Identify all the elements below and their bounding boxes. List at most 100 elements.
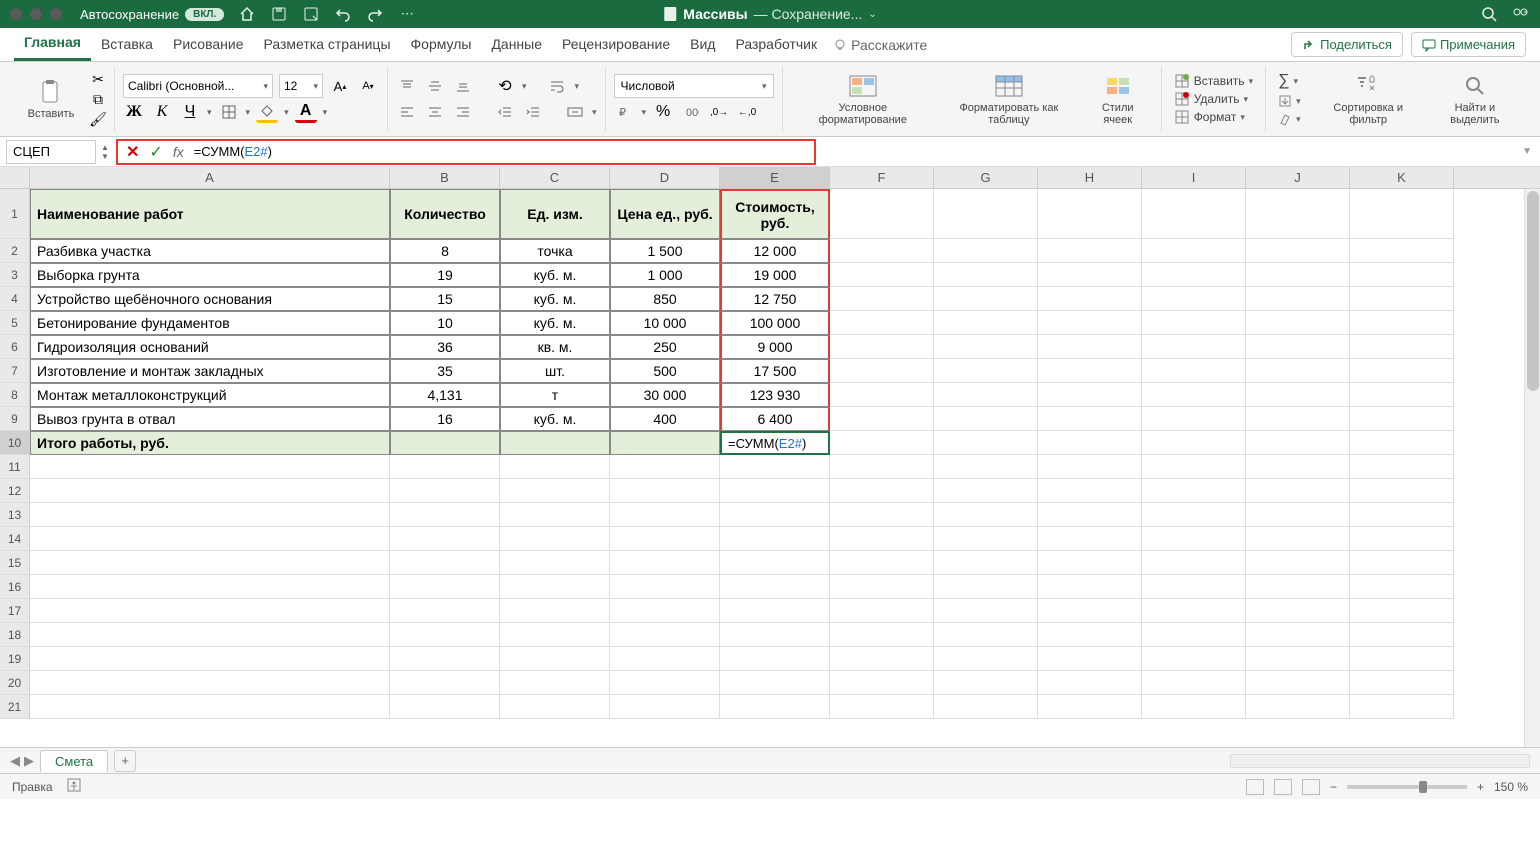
cell-name[interactable]: Вывоз грунта в отвал xyxy=(30,407,390,431)
tab-review[interactable]: Рецензирование xyxy=(552,30,680,60)
rowhdr-4[interactable]: 4 xyxy=(0,287,30,311)
format-cells[interactable]: Формат▾ xyxy=(1170,108,1257,126)
delete-cells[interactable]: Удалить▾ xyxy=(1170,90,1257,108)
cell-cost[interactable]: 19 000 xyxy=(720,263,830,287)
cancel-icon[interactable]: ✕ xyxy=(126,142,139,162)
align-top-icon[interactable] xyxy=(396,75,418,97)
tab-draw[interactable]: Рисование xyxy=(163,30,254,60)
minimize-window[interactable] xyxy=(30,8,42,20)
tab-view[interactable]: Вид xyxy=(680,30,725,60)
total-label[interactable]: Итого работы, руб. xyxy=(30,431,390,455)
enter-icon[interactable]: ✓ xyxy=(149,142,162,162)
colhdr-I[interactable]: I xyxy=(1142,167,1246,188)
cell-name[interactable]: Выборка грунта xyxy=(30,263,390,287)
decrease-indent-icon[interactable] xyxy=(494,101,516,123)
align-center-icon[interactable] xyxy=(424,101,446,123)
tab-developer[interactable]: Разработчик xyxy=(725,30,827,60)
colhdr-K[interactable]: K xyxy=(1350,167,1454,188)
rowhdr-18[interactable]: 18 xyxy=(0,623,30,647)
zoom-slider[interactable] xyxy=(1347,785,1467,789)
page-break-view-icon[interactable] xyxy=(1302,779,1320,795)
cell-unit[interactable]: куб. м. xyxy=(500,311,610,335)
increase-decimal-icon[interactable]: ,0→ xyxy=(708,101,730,123)
currency-icon[interactable]: ₽ xyxy=(614,101,636,123)
tab-insert[interactable]: Вставка xyxy=(91,30,163,60)
cell-qty[interactable]: 4,131 xyxy=(390,383,500,407)
rowhdr-13[interactable]: 13 xyxy=(0,503,30,527)
autosave-toggle[interactable]: ВКЛ. xyxy=(185,8,224,21)
close-window[interactable] xyxy=(10,8,22,20)
colhdr-B[interactable]: B xyxy=(390,167,500,188)
zoom-in-icon[interactable]: + xyxy=(1477,780,1484,794)
hdr-cost[interactable]: Стоимость, руб. xyxy=(720,189,830,239)
cell-unit[interactable]: т xyxy=(500,383,610,407)
tab-home[interactable]: Главная xyxy=(14,28,91,61)
rowhdr-5[interactable]: 5 xyxy=(0,311,30,335)
cell-unit[interactable]: куб. м. xyxy=(500,263,610,287)
paste-button[interactable]: Вставить xyxy=(16,71,86,127)
hdr-qty[interactable]: Количество xyxy=(390,189,500,239)
comma-icon[interactable]: 000 xyxy=(680,101,702,123)
sheet-nav[interactable]: ◀▶ xyxy=(10,753,34,769)
rowhdr-6[interactable]: 6 xyxy=(0,335,30,359)
insert-cells[interactable]: Вставить▾ xyxy=(1170,72,1257,90)
redo-icon[interactable] xyxy=(366,5,384,23)
sheet-tab-smeta[interactable]: Смета xyxy=(40,750,108,772)
format-painter-icon[interactable]: 🖌 xyxy=(90,111,106,127)
rowhdr-9[interactable]: 9 xyxy=(0,407,30,431)
tab-formulas[interactable]: Формулы xyxy=(401,30,482,60)
cell-qty[interactable]: 36 xyxy=(390,335,500,359)
cell-styles[interactable]: Стили ячеек xyxy=(1083,68,1153,130)
maximize-window[interactable] xyxy=(50,8,62,20)
colhdr-D[interactable]: D xyxy=(610,167,720,188)
cell-price[interactable]: 250 xyxy=(610,335,720,359)
cell-cost[interactable]: 6 400 xyxy=(720,407,830,431)
add-sheet-button[interactable]: + xyxy=(114,750,136,772)
rowhdr-7[interactable]: 7 xyxy=(0,359,30,383)
orientation-icon[interactable]: ⟲ xyxy=(494,75,516,97)
align-left-icon[interactable] xyxy=(396,101,418,123)
colhdr-H[interactable]: H xyxy=(1038,167,1142,188)
cell-price[interactable]: 30 000 xyxy=(610,383,720,407)
name-box[interactable]: СЦЕП xyxy=(6,140,96,164)
tab-page-layout[interactable]: Разметка страницы xyxy=(254,30,401,60)
copy-icon[interactable]: ⧉ xyxy=(90,91,106,107)
wrap-text-icon[interactable] xyxy=(547,75,569,97)
underline-icon[interactable]: Ч xyxy=(179,101,201,123)
bold-icon[interactable]: Ж xyxy=(123,101,145,123)
total-unit[interactable] xyxy=(500,431,610,455)
rowhdr-8[interactable]: 8 xyxy=(0,383,30,407)
increase-indent-icon[interactable] xyxy=(522,101,544,123)
undo-icon[interactable] xyxy=(334,5,352,23)
rowhdr-21[interactable]: 21 xyxy=(0,695,30,719)
cell-name[interactable]: Устройство щебёночного основания xyxy=(30,287,390,311)
horizontal-scrollbar[interactable] xyxy=(1230,754,1530,768)
namebox-stepper[interactable]: ▲▼ xyxy=(98,143,112,161)
fill-color-icon[interactable] xyxy=(256,101,278,123)
conditional-formatting[interactable]: Условное форматирование xyxy=(791,68,936,130)
more-icon[interactable]: ⋯ xyxy=(398,5,416,23)
cell-price[interactable]: 1 000 xyxy=(610,263,720,287)
align-bottom-icon[interactable] xyxy=(452,75,474,97)
borders-icon[interactable] xyxy=(218,101,240,123)
cell-qty[interactable]: 16 xyxy=(390,407,500,431)
expand-formula-bar-icon[interactable]: ▼ xyxy=(1522,146,1540,157)
share-icon[interactable] xyxy=(1512,5,1530,23)
sort-filter[interactable]: Сортировка и фильтр xyxy=(1311,68,1426,130)
zoom-out-icon[interactable]: − xyxy=(1330,780,1337,794)
colhdr-G[interactable]: G xyxy=(934,167,1038,188)
cell-price[interactable]: 400 xyxy=(610,407,720,431)
rowhdr-19[interactable]: 19 xyxy=(0,647,30,671)
cell-name[interactable]: Бетонирование фундаментов xyxy=(30,311,390,335)
window-controls[interactable] xyxy=(10,8,62,20)
comments-button[interactable]: Примечания xyxy=(1411,32,1526,57)
cell-qty[interactable]: 10 xyxy=(390,311,500,335)
tell-me[interactable]: Расскажите xyxy=(833,37,927,53)
cell-unit[interactable]: шт. xyxy=(500,359,610,383)
cell-cost[interactable]: 100 000 xyxy=(720,311,830,335)
chevron-down-icon[interactable]: ⌄ xyxy=(868,9,876,20)
page-layout-view-icon[interactable] xyxy=(1274,779,1292,795)
colhdr-A[interactable]: A xyxy=(30,167,390,188)
fill[interactable]: ▾ xyxy=(1274,93,1305,109)
cell-qty[interactable]: 19 xyxy=(390,263,500,287)
